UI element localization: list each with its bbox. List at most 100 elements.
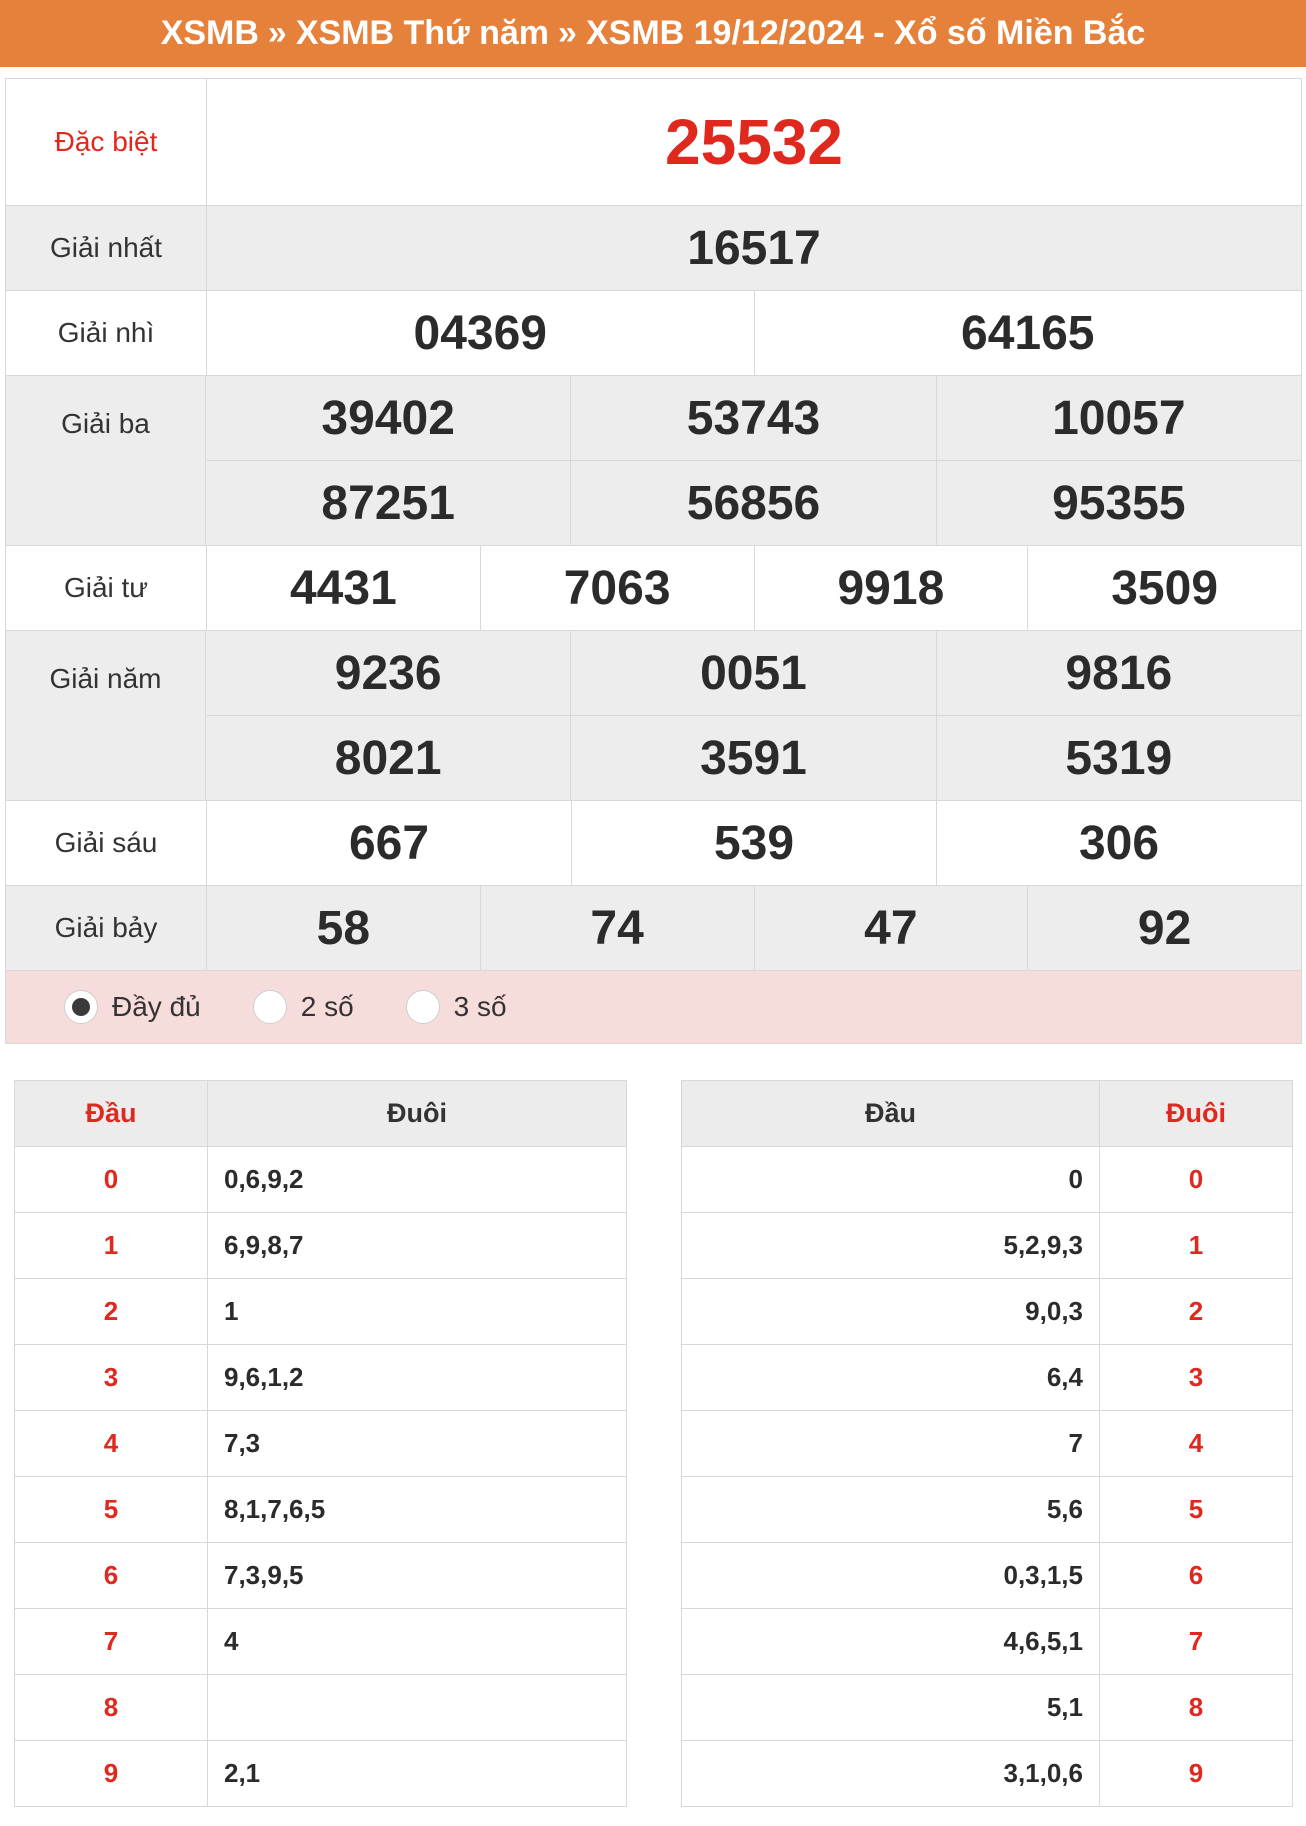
tail-digits: 2,1 xyxy=(207,1740,627,1807)
option-2-digits-label: 2 số xyxy=(300,991,354,1022)
breadcrumb-xsmb-thu-nam[interactable]: XSMB Thứ năm xyxy=(296,14,549,53)
prize-label: Giải sáu xyxy=(6,801,207,885)
tail-digit: 1 xyxy=(1099,1212,1293,1279)
prize-number: 39402 xyxy=(321,391,455,445)
head-digits: 5,2,9,3 xyxy=(681,1212,1100,1279)
tail-digits: 4 xyxy=(207,1608,627,1675)
option-full[interactable]: Đầy đủ xyxy=(64,990,201,1024)
tail-digit: 4 xyxy=(1099,1410,1293,1477)
table-row: 9,0,3 2 xyxy=(681,1278,1293,1345)
prize-number: 0051 xyxy=(570,631,935,715)
head-digit: 4 xyxy=(14,1410,208,1477)
prize-row-giai-sau: Giải sáu 667 539 306 xyxy=(6,801,1301,886)
table-row: 0,3,1,5 6 xyxy=(681,1542,1293,1609)
radio-2-digits[interactable] xyxy=(252,990,287,1024)
prize-number: 4431 xyxy=(289,561,397,615)
prize-row-giai-nam: Giải năm 9236 0051 9816 8021 3591 5319 xyxy=(6,631,1301,801)
page-header: XSMB » XSMB Thứ năm » XSMB 19/12/2024 - … xyxy=(0,0,1306,67)
head-digits: 5,6 xyxy=(681,1476,1100,1543)
head-digit: 2 xyxy=(14,1278,208,1345)
loto-head-table: Đầu Đuôi 0 0,6,9,2 1 6,9,8,7 21 3 9,6,1,2 4… xyxy=(14,1080,627,1807)
prize-number: 95355 xyxy=(935,461,1301,545)
head-digits: 3,1,0,6 xyxy=(681,1740,1100,1807)
table-row: 5,2,9,3 1 xyxy=(681,1212,1293,1279)
head-digit: 8 xyxy=(14,1674,208,1741)
breadcrumb-xsmb[interactable]: XSMB xyxy=(161,14,259,53)
option-3-digits[interactable]: 3 số xyxy=(405,990,507,1024)
option-3-digits-label: 3 số xyxy=(453,991,507,1022)
prize-number: 92 xyxy=(1027,886,1301,970)
option-2-digits[interactable]: 2 số xyxy=(252,990,354,1024)
prize-number: 3591 xyxy=(570,716,935,800)
prize-row-giai-nhat: Giải nhất 16517 xyxy=(6,206,1301,291)
tail-digit: 9 xyxy=(1099,1740,1293,1807)
prize-number: 87251 xyxy=(321,476,455,530)
tail-digits: 6,9,8,7 xyxy=(207,1212,627,1279)
prize-number: 9236 xyxy=(334,646,442,700)
prize-number: 53743 xyxy=(570,376,935,460)
tail-digits: 9,6,1,2 xyxy=(207,1344,627,1411)
prize-label: Giải năm xyxy=(6,631,206,800)
prize-row-giai-bay: Giải bảy 58 74 47 92 xyxy=(6,886,1301,971)
head-digits: 0 xyxy=(681,1146,1100,1213)
prize-number: 9918 xyxy=(753,546,1028,630)
head-digit: 6 xyxy=(14,1542,208,1609)
prize-number: 8021 xyxy=(334,731,442,785)
loto-tail-table: Đầu Đuôi 00 5,2,9,3 1 9,0,3 2 6,4 3 74 5,6 5… xyxy=(681,1080,1293,1807)
col-header-duoi: Đuôi xyxy=(207,1080,627,1147)
prize-number: 5319 xyxy=(935,716,1301,800)
col-header-duoi: Đuôi xyxy=(1099,1080,1293,1147)
table-row: 5,6 5 xyxy=(681,1476,1293,1543)
head-digits: 0,3,1,5 xyxy=(681,1542,1100,1609)
table-row: 3 9,6,1,2 xyxy=(14,1344,627,1411)
prize-number: 16517 xyxy=(687,221,821,275)
prize-number: 3509 xyxy=(1027,546,1301,630)
prize-number: 306 xyxy=(936,801,1301,885)
table-row: 74 xyxy=(14,1608,627,1675)
table-row: 8 xyxy=(14,1674,627,1741)
breadcrumb-separator: » xyxy=(558,14,577,52)
tail-digits xyxy=(207,1674,627,1741)
table-row: 1 6,9,8,7 xyxy=(14,1212,627,1279)
prize-number: 04369 xyxy=(413,306,547,360)
head-digits: 7 xyxy=(681,1410,1100,1477)
head-digits: 4,6,5,1 xyxy=(681,1608,1100,1675)
prize-number: 10057 xyxy=(935,376,1301,460)
tail-digits: 7,3 xyxy=(207,1410,627,1477)
prize-label: Giải nhất xyxy=(6,206,207,290)
head-digit: 7 xyxy=(14,1608,208,1675)
prize-number: 47 xyxy=(753,886,1028,970)
table-row: 6 7,3,9,5 xyxy=(14,1542,627,1609)
table-row: 5,1 8 xyxy=(681,1674,1293,1741)
prize-number: 9816 xyxy=(935,631,1301,715)
head-digit: 9 xyxy=(14,1740,208,1807)
head-digit: 5 xyxy=(14,1476,208,1543)
table-row: 00 xyxy=(681,1146,1293,1213)
breadcrumb-current-page: XSMB 19/12/2024 - Xổ số Miền Bắc xyxy=(585,14,1146,52)
head-digit: 0 xyxy=(14,1146,208,1213)
col-header-dau: Đầu xyxy=(681,1080,1100,1147)
prize-number: 64165 xyxy=(753,291,1302,375)
prize-label: Giải ba xyxy=(6,376,206,545)
tail-digit: 8 xyxy=(1099,1674,1293,1741)
tail-digits: 0,6,9,2 xyxy=(207,1146,627,1213)
table-row: 0 0,6,9,2 xyxy=(14,1146,627,1213)
prize-number: 56856 xyxy=(570,461,935,545)
option-full-label: Đầy đủ xyxy=(112,991,201,1022)
prize-row-giai-nhi: Giải nhì 04369 64165 xyxy=(6,291,1301,376)
table-row: 6,4 3 xyxy=(681,1344,1293,1411)
prize-number: 667 xyxy=(348,816,430,870)
prize-label: Giải nhì xyxy=(6,291,207,375)
prize-label: Đặc biệt xyxy=(6,79,207,205)
prize-label: Giải tư xyxy=(6,546,207,630)
table-row: 4 7,3 xyxy=(14,1410,627,1477)
tail-digit: 5 xyxy=(1099,1476,1293,1543)
tail-digits: 7,3,9,5 xyxy=(207,1542,627,1609)
table-row: 9 2,1 xyxy=(14,1740,627,1807)
radio-full-checked[interactable] xyxy=(64,990,98,1024)
prize-row-dac-biet: Đặc biệt 25532 xyxy=(6,79,1301,206)
head-digits: 9,0,3 xyxy=(681,1278,1100,1345)
radio-3-digits[interactable] xyxy=(405,990,440,1024)
table-row: 4,6,5,1 7 xyxy=(681,1608,1293,1675)
tail-digit: 7 xyxy=(1099,1608,1293,1675)
